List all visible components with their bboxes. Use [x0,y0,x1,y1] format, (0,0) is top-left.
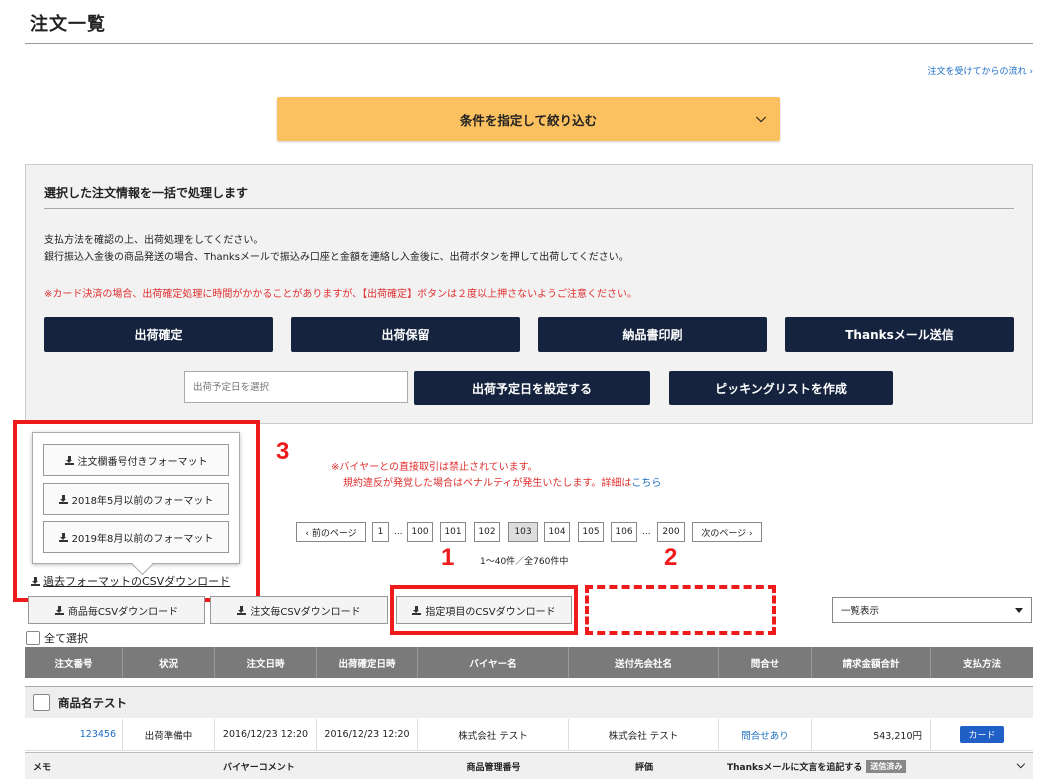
result-count: 1～40件／全760件中 [480,557,569,567]
chevron-down-icon[interactable]: ⌵ [1017,758,1025,772]
checkbox[interactable] [26,631,40,645]
memo-label: メモ [33,762,52,773]
column-header[interactable]: 注文番号 [25,647,123,678]
order-status: 出荷準備中 [123,719,215,750]
pagination-ellipsis: ... [642,527,651,537]
filter-label: 条件を指定して絞り込む [459,112,598,128]
column-header[interactable]: 注文日時 [215,647,317,678]
ship-date: 2016/12/23 12:20 [317,719,418,750]
bulk-description: 銀行振込入金後の商品発送の場合、Thanksメールで振込み口座と金額を連絡し入金… [44,252,629,263]
caret-down-icon [1015,608,1023,613]
view-mode-select[interactable]: 一覧表示 [832,597,1032,623]
memo-row: メモ バイヤーコメント 商品管理番号 評価 Thanksメールに文言を追記する … [25,752,1033,779]
table-header: 注文番号 状況 注文日時 出荷確定日時 バイヤー名 送付先会社名 問合せ 請求金… [25,647,1033,678]
chevron-down-icon: ⌵ [756,111,766,126]
column-header[interactable]: 請求金額合計 [812,647,931,678]
order-number-link[interactable]: 123456 [25,719,123,750]
penalty-notice: 規約違反が発覚した場合はペナルティが発生いたします。詳細はこちら [343,478,662,489]
bulk-description: 支払方法を確認の上、出荷処理をしてください。 [44,235,264,246]
annotation-box-1 [390,585,578,635]
select-all-checkbox[interactable]: 全て選択 [26,630,88,646]
page-button[interactable]: 1 [372,522,389,542]
title-divider [25,43,1033,44]
order-csv-download-button[interactable]: 注文毎CSVダウンロード [210,596,388,624]
column-header[interactable]: バイヤー名 [418,647,569,678]
page-button[interactable]: 200 [657,522,685,542]
column-header[interactable]: 出荷確定日時 [317,647,418,678]
direct-trade-notice: ※バイヤーとの直接取引は禁止されています。 [331,462,538,473]
payment-badge: カード [960,726,1004,743]
annotation-number-1: 1 [441,544,455,571]
annotation-box-3 [13,420,260,602]
download-icon [54,605,64,615]
page-button[interactable]: 100 [407,522,433,542]
inquiry-link[interactable]: 問合せあり [719,719,812,750]
bulk-action-panel: 選択した注文情報を一括で処理します 支払方法を確認の上、出荷処理をしてください。… [25,164,1033,424]
ship-date-input[interactable] [184,371,408,403]
page-button[interactable]: 102 [474,522,500,542]
send-thanks-mail-button[interactable]: Thanksメール送信 [785,317,1014,352]
hold-shipment-button[interactable]: 出荷保留 [291,317,520,352]
annotation-number-3: 3 [276,438,290,465]
page-button[interactable]: 104 [544,522,570,542]
card-payment-warning: ※カード決済の場合、出荷確定処理に時間がかかることがありますが、【出荷確定】ボタ… [44,289,637,300]
sent-badge: 送信済み [866,759,907,773]
create-picking-list-button[interactable]: ピッキングリストを作成 [669,371,893,405]
details-link[interactable]: こちら [631,478,661,489]
total-amount: 543,210円 [812,719,931,750]
print-invoice-button[interactable]: 納品書印刷 [538,317,767,352]
filter-toggle-button[interactable]: 条件を指定して絞り込む ⌵ [277,97,780,141]
bulk-divider [44,208,1014,209]
payment-method: カード [931,719,1033,750]
table-row: 123456 出荷準備中 2016/12/23 12:20 2016/12/23… [25,719,1033,751]
product-csv-download-button[interactable]: 商品毎CSVダウンロード [28,596,205,624]
bulk-title: 選択した注文情報を一括で処理します [44,186,249,200]
page-title: 注文一覧 [30,14,106,35]
column-header[interactable]: 送付先会社名 [569,647,719,678]
group-checkbox[interactable] [33,694,50,711]
prev-page-button[interactable]: ‹ 前のページ [296,522,366,542]
set-ship-date-button[interactable]: 出荷予定日を設定する [414,371,650,405]
pagination-ellipsis: ... [394,527,403,537]
next-page-button[interactable]: 次のページ › [692,522,762,542]
page-button[interactable]: 105 [578,522,604,542]
column-header[interactable]: 状況 [123,647,215,678]
product-code-label: 商品管理番号 [466,762,521,773]
annotation-box-2 [585,585,776,635]
thanks-mail-append[interactable]: Thanksメールに文言を追記する 送信済み ⌵ [719,753,1033,779]
column-header[interactable]: 支払方法 [931,647,1033,678]
annotation-number-2: 2 [664,544,678,571]
order-flow-link[interactable]: 注文を受けてからの流れ › [928,64,1033,77]
download-icon [237,605,247,615]
current-page-button[interactable]: 103 [508,522,538,542]
page-button[interactable]: 101 [440,522,466,542]
column-header[interactable]: 問合せ [719,647,812,678]
confirm-shipment-button[interactable]: 出荷確定 [44,317,273,352]
buyer-name: 株式会社 テスト [418,719,569,750]
rating-label: 評価 [634,762,653,773]
product-group-row: 商品名テスト [25,686,1033,718]
buyer-comment-label: バイヤーコメント [223,762,295,773]
page-button[interactable]: 106 [611,522,637,542]
order-date: 2016/12/23 12:20 [215,719,317,750]
recipient-company: 株式会社 テスト [569,719,719,750]
